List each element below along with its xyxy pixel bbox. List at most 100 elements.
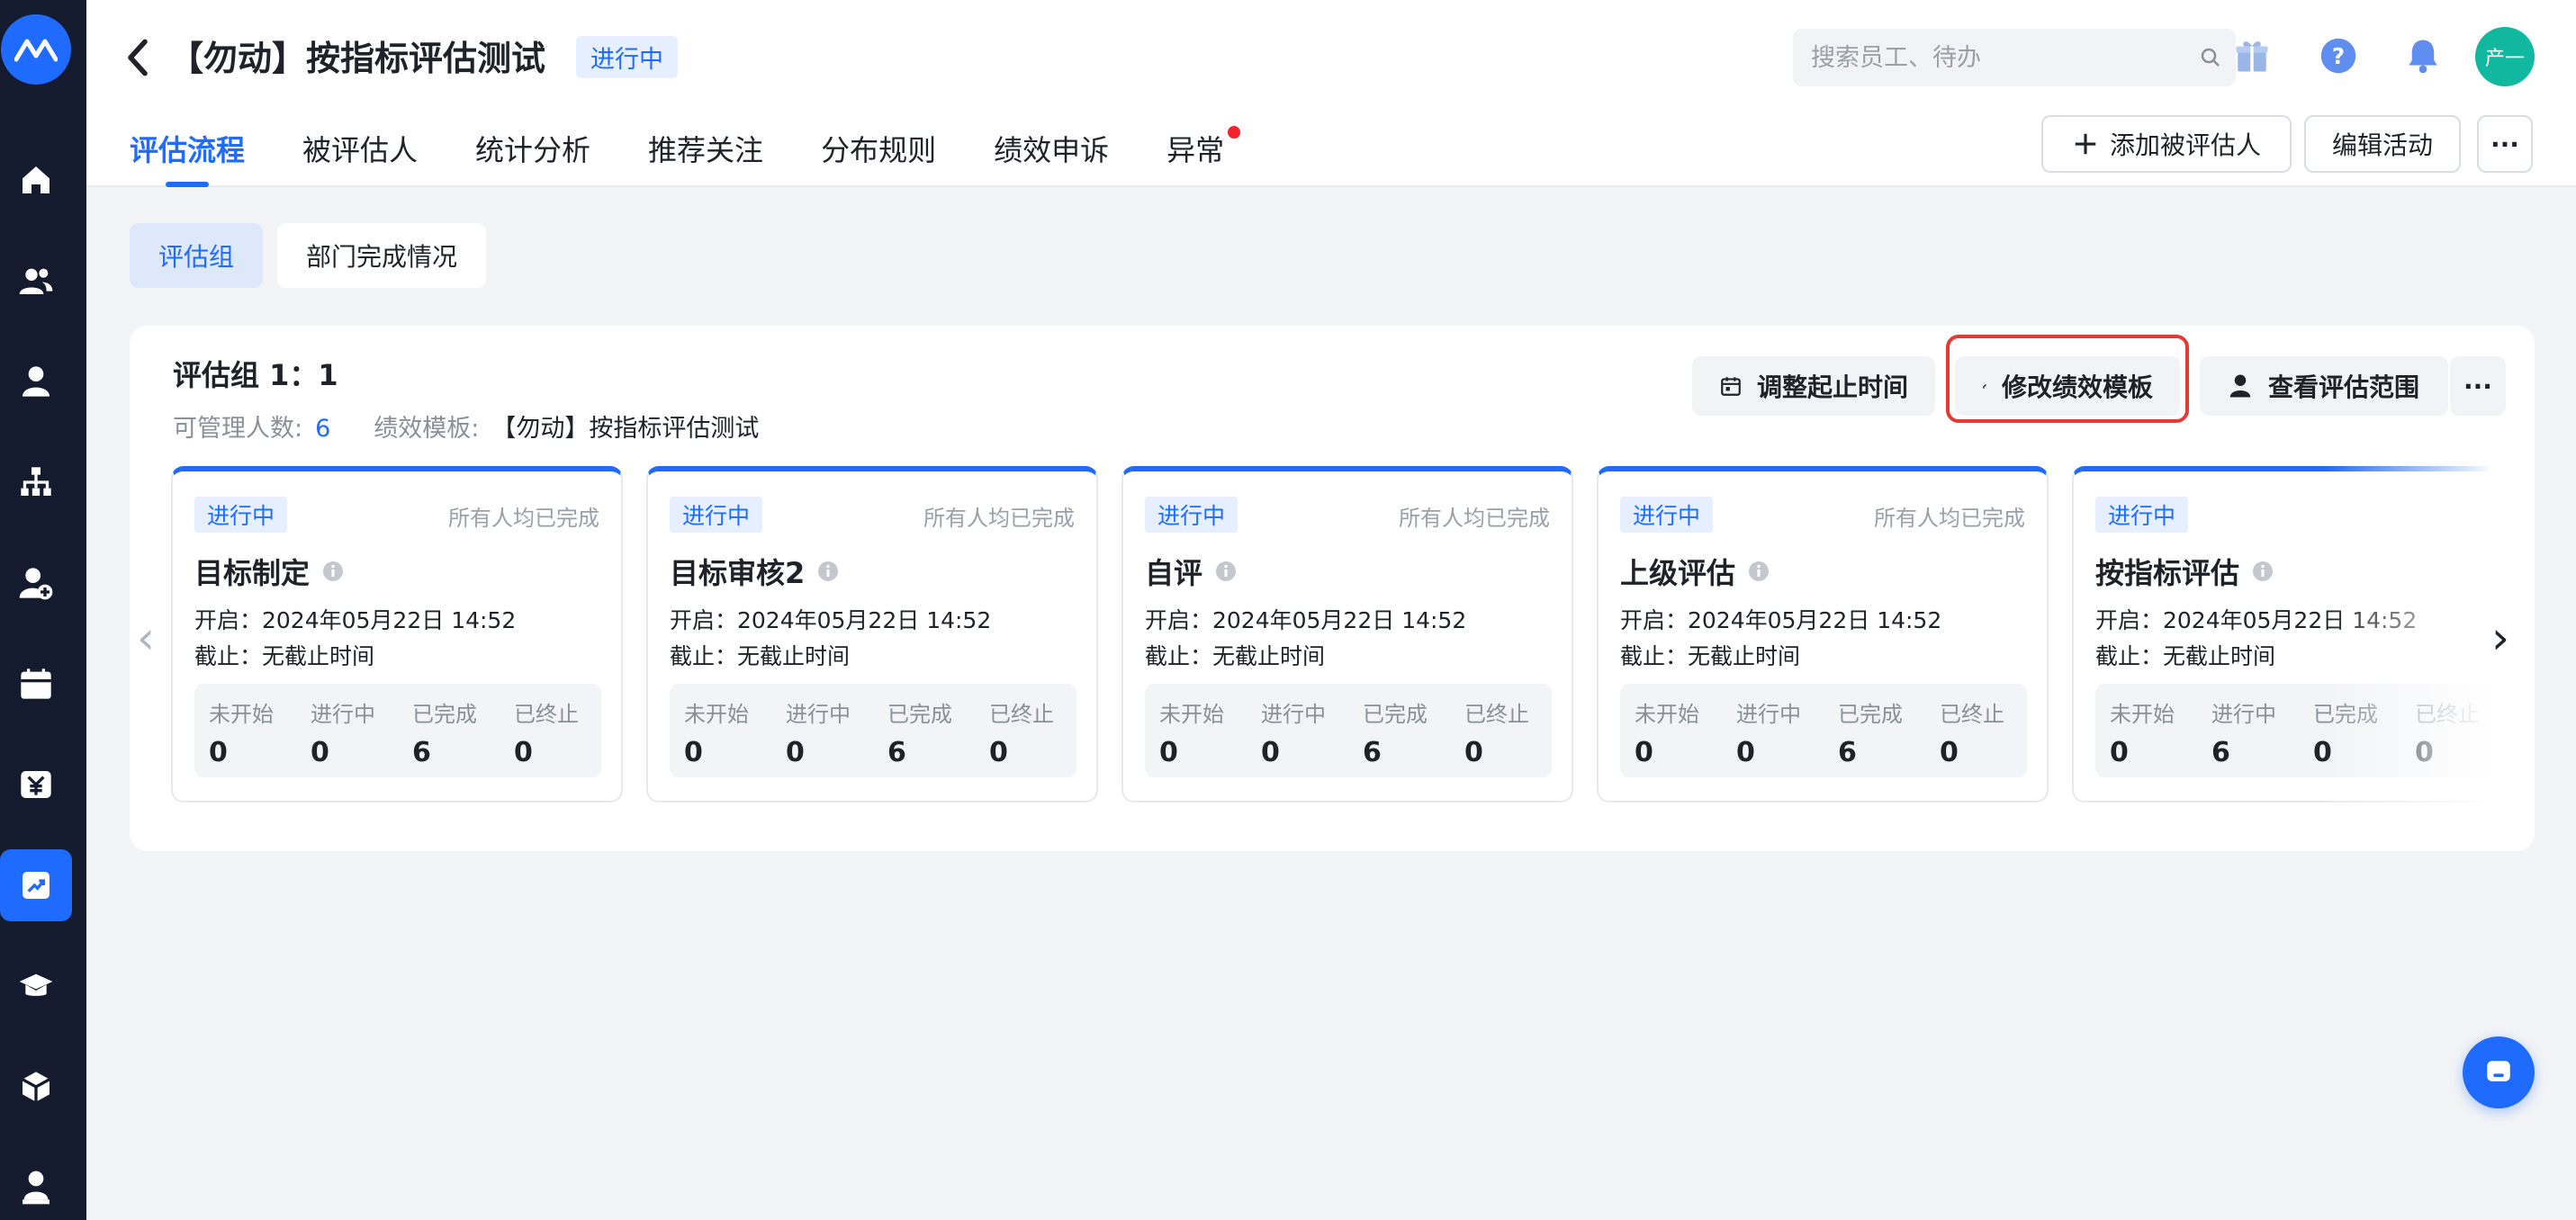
stat-value[interactable]: 0	[1940, 737, 2027, 768]
stat-label: 已终止	[989, 702, 1054, 727]
stage-start-time: 开启：2024年05月22日 14:52	[194, 607, 517, 633]
search-icon[interactable]	[2200, 47, 2221, 68]
stat-value[interactable]: 6	[412, 737, 500, 768]
evaluation-group-card: 评估组 1：1 可管理人数: 6 绩效模板: 【勿动】按指标评估测试 调整起止时间 修…	[130, 326, 2535, 851]
subtab-department-completion[interactable]: 部门完成情况	[277, 223, 486, 288]
prev-arrow-icon[interactable]: ‹	[137, 612, 155, 664]
stat-value[interactable]: 0	[684, 737, 771, 768]
calendar-icon	[1721, 377, 1741, 396]
stat-label: 进行中	[311, 702, 375, 727]
tab-exceptions[interactable]: 异常	[1166, 126, 1241, 187]
group-more-button[interactable]: ···	[2450, 356, 2506, 416]
stat-label: 已终止	[1940, 702, 2004, 727]
stat-not-started: 未开始 0	[670, 684, 771, 777]
tab-recommendations[interactable]: 推荐关注	[648, 128, 763, 187]
sidebar-item-profile[interactable]	[0, 1152, 72, 1220]
sidebar-item-payroll[interactable]	[0, 749, 72, 821]
edit-activity-button[interactable]: 编辑活动	[2304, 115, 2461, 173]
sidebar-item-employee[interactable]	[0, 345, 72, 417]
stat-value[interactable]: 0	[2415, 737, 2488, 768]
chat-button[interactable]	[2463, 1036, 2535, 1108]
stat-value[interactable]: 6	[887, 737, 975, 768]
stage-start-time: 开启：2024年05月22日 14:52	[1620, 607, 1942, 633]
tab-statistics[interactable]: 统计分析	[475, 128, 590, 187]
tab-label: 推荐关注	[648, 133, 764, 167]
stage-start-time: 开启：2024年05月22日 14:52	[1145, 607, 1467, 633]
notification-button[interactable]	[2400, 32, 2446, 79]
stage-status-badge: 进行中	[1145, 497, 1238, 533]
next-arrow-icon[interactable]: ›	[2491, 612, 2509, 664]
stat-value[interactable]: 0	[989, 737, 1076, 768]
stat-terminated: 已终止 0	[975, 684, 1076, 777]
tab-appeals[interactable]: 绩效申诉	[994, 128, 1109, 187]
stage-status-badge: 进行中	[2095, 497, 2189, 533]
sidebar-item-home[interactable]	[0, 144, 72, 216]
more-button[interactable]: ···	[2477, 115, 2533, 173]
stage-card[interactable]: 进行中 按指标评估 开启：2024年05月22日 14:52 截止：无截止时间 …	[2072, 466, 2488, 803]
stat-label: 进行中	[2211, 702, 2276, 727]
sidebar-item-org[interactable]	[0, 446, 72, 518]
stat-label: 已终止	[514, 702, 579, 727]
tab-distribution-rules[interactable]: 分布规则	[821, 128, 936, 187]
info-icon[interactable]	[322, 561, 344, 582]
sidebar-item-attendance[interactable]	[0, 648, 72, 720]
sidebar-item-learning[interactable]	[0, 950, 72, 1022]
stage-card[interactable]: 进行中 所有人均已完成 目标制定 开启：2024年05月22日 14:52 截止…	[171, 466, 623, 803]
stage-card[interactable]: 进行中 所有人均已完成 目标审核2 开启：2024年05月22日 14:52 截…	[646, 466, 1098, 803]
search-box[interactable]	[1793, 29, 2236, 86]
stage-done-text: 所有人均已完成	[923, 506, 1075, 531]
tab-label: 评估流程	[130, 133, 246, 167]
stat-completed: 已完成 6	[873, 684, 975, 777]
stat-value[interactable]: 0	[1159, 737, 1247, 768]
button-label: 查看评估范围	[2268, 372, 2420, 402]
sidebar-item-apps[interactable]	[0, 1051, 72, 1123]
stat-value[interactable]: 0	[311, 737, 398, 768]
stat-value[interactable]: 6	[1838, 737, 1925, 768]
back-chevron-icon[interactable]	[122, 36, 153, 79]
chat-icon	[2487, 1061, 2510, 1081]
adjust-time-button[interactable]: 调整起止时间	[1692, 356, 1935, 416]
stage-card[interactable]: 进行中 所有人均已完成 上级评估 开启：2024年05月22日 14:52 截止…	[1597, 466, 2049, 803]
stage-name: 目标审核2	[670, 551, 839, 592]
gift-button[interactable]	[2229, 32, 2275, 79]
org-chart-icon	[21, 467, 51, 496]
app-logo[interactable]	[1, 14, 71, 85]
stat-value[interactable]: 0	[514, 737, 601, 768]
stat-value[interactable]: 0	[2313, 737, 2400, 768]
top-bar: 【勿动】按指标评估测试 进行中 ? 产一 评估流程 被评估人 统计分析 推荐关注…	[86, 0, 2576, 187]
stat-value[interactable]: 0	[1261, 737, 1348, 768]
sidebar-item-team[interactable]	[0, 245, 72, 317]
subtab-evaluation-group[interactable]: 评估组	[130, 223, 263, 288]
sidebar-item-performance[interactable]	[0, 849, 72, 921]
manageable-count[interactable]: 6	[315, 415, 330, 443]
stage-card[interactable]: 进行中 所有人均已完成 自评 开启：2024年05月22日 14:52 截止：无…	[1121, 466, 1573, 803]
tab-evaluation-flow[interactable]: 评估流程	[130, 128, 245, 187]
help-button[interactable]: ?	[2315, 32, 2362, 79]
stat-value[interactable]: 0	[209, 737, 296, 768]
template-label: 绩效模板:	[374, 415, 480, 443]
stat-value[interactable]: 0	[2110, 737, 2197, 768]
stat-value[interactable]: 6	[1363, 737, 1450, 768]
stat-value[interactable]: 6	[2211, 737, 2299, 768]
stat-value[interactable]: 0	[1635, 737, 1722, 768]
yen-icon	[21, 771, 51, 798]
search-input[interactable]	[1793, 29, 2153, 86]
view-scope-button[interactable]: 查看评估范围	[2200, 356, 2448, 416]
stage-end-time: 截止：无截止时间	[2095, 643, 2276, 669]
info-icon[interactable]	[2252, 561, 2274, 582]
add-evaluatee-button[interactable]: 添加被评估人	[2041, 115, 2292, 173]
stat-value[interactable]: 0	[786, 737, 873, 768]
stat-not-started: 未开始 0	[1620, 684, 1722, 777]
button-label: 编辑活动	[2331, 130, 2433, 160]
stat-value[interactable]: 0	[1464, 737, 1552, 768]
sidebar-item-recruit[interactable]	[0, 547, 72, 619]
info-icon[interactable]	[1748, 561, 1770, 582]
tab-label: 被评估人	[302, 133, 419, 167]
info-icon[interactable]	[1215, 561, 1237, 582]
avatar[interactable]: 产一	[2475, 27, 2535, 86]
info-icon[interactable]	[817, 561, 839, 582]
stat-not-started: 未开始 0	[194, 684, 296, 777]
tab-evaluatees[interactable]: 被评估人	[302, 128, 418, 187]
stat-value[interactable]: 0	[1736, 737, 1824, 768]
stat-label: 已终止	[1464, 702, 1529, 727]
